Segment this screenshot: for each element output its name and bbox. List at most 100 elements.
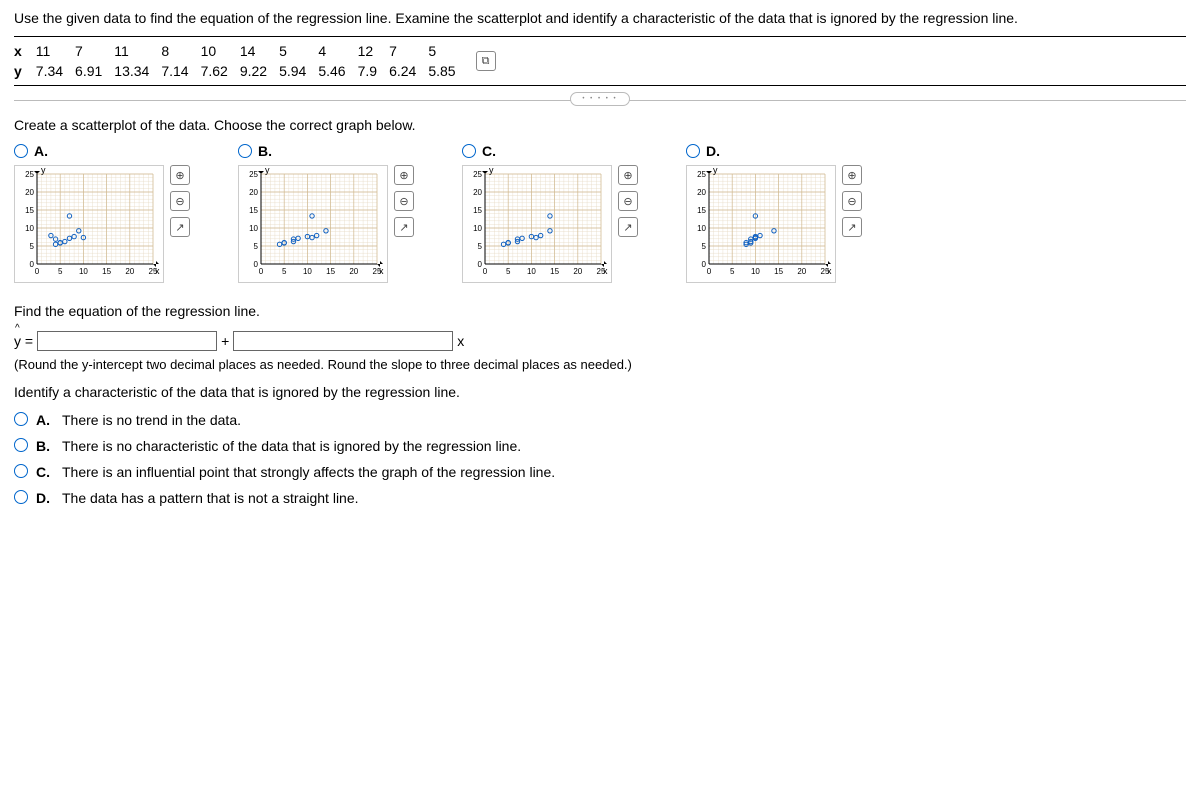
question-text: Use the given data to find the equation … [14, 10, 1186, 26]
svg-text:0: 0 [707, 267, 712, 276]
copy-table-icon[interactable]: ⧉ [476, 51, 496, 71]
svg-text:0: 0 [259, 267, 264, 276]
x-label: x [14, 41, 36, 61]
svg-text:20: 20 [25, 188, 34, 197]
list-item: A. There is no trend in the data. [14, 412, 1186, 428]
svg-text:15: 15 [697, 206, 706, 215]
svg-text:x: x [155, 266, 160, 276]
option-b-radio[interactable] [238, 144, 252, 158]
option-d-radio[interactable] [686, 144, 700, 158]
data-table: x 11 7 11 8 10 14 5 4 12 7 5 y 7.34 6.91… [14, 41, 468, 81]
scatterplot-d[interactable]: 05101520250510152025yx [686, 165, 836, 283]
svg-text:20: 20 [573, 267, 582, 276]
svg-text:20: 20 [349, 267, 358, 276]
svg-text:15: 15 [102, 267, 111, 276]
list-item: B. There is no characteristic of the dat… [14, 438, 1186, 454]
option-a: A. 05101520250510152025yx ⊕ ⊖ ↗ [14, 143, 190, 283]
characteristic-options: A. There is no trend in the data. B. The… [14, 412, 1186, 506]
equation-heading: Find the equation of the regression line… [14, 303, 1186, 319]
svg-text:5: 5 [730, 267, 735, 276]
svg-text:25: 25 [697, 170, 706, 179]
plus-sign: + [221, 333, 229, 349]
svg-text:x: x [379, 266, 384, 276]
svg-text:15: 15 [550, 267, 559, 276]
scatterplot-options: A. 0 5 10 15 20 25 0 5 10 15 20 25 y x ⊕ ⊖ ↗ B. 0 5 10 1… [14, 143, 1186, 283]
mc-d-radio[interactable] [14, 490, 28, 504]
popout-icon[interactable]: ↗ [394, 217, 414, 237]
option-c-radio[interactable] [462, 144, 476, 158]
scatterplot-c[interactable]: 05101520250510152025yx [462, 165, 612, 283]
svg-text:5: 5 [30, 242, 35, 251]
mc-b-text: There is no characteristic of the data t… [62, 438, 521, 454]
divider-handle-icon[interactable]: • • • • • [570, 92, 630, 106]
svg-text:20: 20 [125, 267, 134, 276]
list-item: C. There is an influential point that st… [14, 464, 1186, 480]
svg-text:15: 15 [473, 206, 482, 215]
scatterplot-b[interactable]: 05101520250510152025yx [238, 165, 388, 283]
table-row: y 7.34 6.91 13.34 7.14 7.62 9.22 5.94 5.… [14, 61, 468, 81]
mc-c-text: There is an influential point that stron… [62, 464, 555, 480]
mc-c-label: C. [36, 464, 54, 480]
mc-a-radio[interactable] [14, 412, 28, 426]
svg-text:y: y [41, 166, 46, 175]
zoom-out-icon[interactable]: ⊖ [842, 191, 862, 211]
svg-text:15: 15 [25, 206, 34, 215]
svg-text:5: 5 [506, 267, 511, 276]
svg-text:20: 20 [797, 267, 806, 276]
list-item: D. The data has a pattern that is not a … [14, 490, 1186, 506]
svg-text:y: y [265, 166, 270, 175]
mc-d-text: The data has a pattern that is not a str… [62, 490, 359, 506]
y-hat-label: y = [14, 333, 33, 349]
svg-text:10: 10 [249, 224, 258, 233]
zoom-out-icon[interactable]: ⊖ [618, 191, 638, 211]
zoom-out-icon[interactable]: ⊖ [170, 191, 190, 211]
zoom-in-icon[interactable]: ⊕ [618, 165, 638, 185]
option-b: B. 05101520250510152025yx ⊕ ⊖ ↗ [238, 143, 414, 283]
svg-text:5: 5 [282, 267, 287, 276]
svg-text:25: 25 [25, 170, 34, 179]
svg-text:5: 5 [702, 242, 707, 251]
regression-equation: y = + x [14, 331, 1186, 351]
popout-icon[interactable]: ↗ [170, 217, 190, 237]
popout-icon[interactable]: ↗ [618, 217, 638, 237]
zoom-in-icon[interactable]: ⊕ [842, 165, 862, 185]
svg-text:5: 5 [254, 242, 259, 251]
option-a-radio[interactable] [14, 144, 28, 158]
mc-b-label: B. [36, 438, 54, 454]
mc-d-label: D. [36, 490, 54, 506]
table-row: x 11 7 11 8 10 14 5 4 12 7 5 [14, 41, 468, 61]
svg-text:20: 20 [473, 188, 482, 197]
svg-text:0: 0 [483, 267, 488, 276]
svg-text:25: 25 [473, 170, 482, 179]
scatterplot-a[interactable]: 05101520250510152025yx [14, 165, 164, 283]
svg-text:20: 20 [249, 188, 258, 197]
y-label: y [14, 61, 36, 81]
option-a-label: A. [34, 143, 48, 159]
svg-text:10: 10 [697, 224, 706, 233]
svg-text:10: 10 [79, 267, 88, 276]
svg-text:15: 15 [249, 206, 258, 215]
zoom-in-icon[interactable]: ⊕ [170, 165, 190, 185]
option-b-label: B. [258, 143, 272, 159]
svg-text:20: 20 [697, 188, 706, 197]
mc-c-radio[interactable] [14, 464, 28, 478]
slope-input[interactable] [233, 331, 453, 351]
svg-text:x: x [603, 266, 608, 276]
svg-text:x: x [827, 266, 832, 276]
intercept-input[interactable] [37, 331, 217, 351]
mc-a-label: A. [36, 412, 54, 428]
x-variable-label: x [457, 333, 464, 349]
svg-text:10: 10 [473, 224, 482, 233]
svg-text:0: 0 [35, 267, 40, 276]
option-c-label: C. [482, 143, 496, 159]
svg-text:10: 10 [303, 267, 312, 276]
rounding-hint: (Round the y-intercept two decimal place… [14, 357, 1186, 372]
characteristic-heading: Identify a characteristic of the data th… [14, 384, 1186, 400]
mc-b-radio[interactable] [14, 438, 28, 452]
svg-text:y: y [713, 166, 718, 175]
zoom-in-icon[interactable]: ⊕ [394, 165, 414, 185]
option-c: C. 05101520250510152025yx ⊕ ⊖ ↗ [462, 143, 638, 283]
popout-icon[interactable]: ↗ [842, 217, 862, 237]
zoom-out-icon[interactable]: ⊖ [394, 191, 414, 211]
svg-text:15: 15 [774, 267, 783, 276]
